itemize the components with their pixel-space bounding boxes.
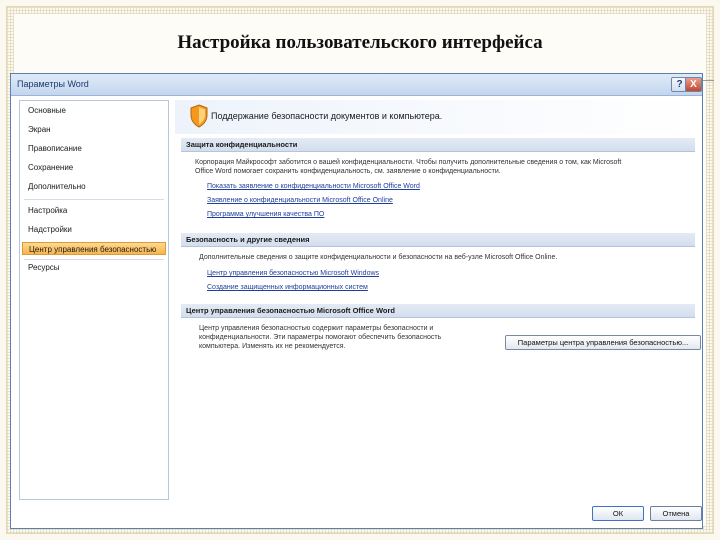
privacy-description-line: Корпорация Майкрософт заботится о вашей … [195, 159, 622, 166]
trust-center-description-line: Центр управления безопасностью содержит … [199, 325, 434, 332]
secure-systems-link[interactable]: Создание защищенных информационных систе… [207, 284, 368, 291]
slide-title: Настройка пользовательского интерфейса [177, 32, 543, 53]
ok-button[interactable]: ОК [592, 506, 644, 521]
sidebar-item-save[interactable]: Сохранение [22, 161, 166, 174]
sidebar-item-addins[interactable]: Надстройки [22, 223, 166, 236]
security-section-heading: Безопасность и другие сведения [181, 233, 695, 247]
privacy-description-line: Office Word помогает сохранить конфиденц… [195, 168, 501, 175]
sidebar-item-customize[interactable]: Настройка [22, 204, 166, 217]
sidebar-item-advanced[interactable]: Дополнительно [22, 180, 166, 193]
panel-banner: Поддержание безопасности документов и ко… [175, 100, 696, 134]
sidebar-divider [24, 199, 164, 200]
shield-icon [190, 104, 208, 128]
privacy-statement-link[interactable]: Показать заявление о конфиденциальности … [207, 183, 420, 190]
trust-center-description: Центр управления безопасностью содержит … [199, 324, 499, 351]
banner-text: Поддержание безопасности документов и ко… [211, 111, 443, 121]
privacy-description: Корпорация Майкрософт заботится о вашей … [195, 158, 695, 176]
trust-center-panel: Поддержание безопасности документов и ко… [175, 100, 701, 500]
ceip-link[interactable]: Программа улучшения качества ПО [207, 211, 324, 218]
sidebar-item-resources[interactable]: Ресурсы [22, 261, 166, 274]
dialog-titlebar[interactable]: Параметры Word ? X [11, 74, 702, 96]
dialog-title: Параметры Word [17, 79, 89, 89]
trust-center-description-line: конфиденциальности. Эти параметры помога… [199, 334, 442, 341]
options-sidebar: Основные Экран Правописание Сохранение Д… [19, 100, 169, 500]
windows-security-center-link[interactable]: Центр управления безопасностью Microsoft… [207, 270, 379, 277]
word-options-dialog: Параметры Word ? X Основные Экран Правоп… [10, 73, 703, 529]
privacy-section-heading: Защита конфиденциальности [181, 138, 695, 152]
trust-center-description-line: компьютера. Изменять их не рекомендуется… [199, 343, 346, 350]
sidebar-item-basic[interactable]: Основные [22, 104, 166, 117]
security-description: Дополнительные сведения о защите конфиде… [199, 254, 558, 261]
office-online-privacy-link[interactable]: Заявление о конфиденциальности Microsoft… [207, 197, 393, 204]
cancel-button[interactable]: Отмена [650, 506, 702, 521]
sidebar-item-display[interactable]: Экран [22, 123, 166, 136]
trust-center-settings-button[interactable]: Параметры центра управления безопасность… [505, 335, 701, 350]
sidebar-divider [24, 259, 164, 260]
sidebar-item-proofing[interactable]: Правописание [22, 142, 166, 155]
close-button[interactable]: X [685, 77, 702, 92]
trust-center-section-heading: Центр управления безопасностью Microsoft… [181, 304, 695, 318]
sidebar-item-trust-center[interactable]: Центр управления безопасностью [22, 242, 166, 255]
